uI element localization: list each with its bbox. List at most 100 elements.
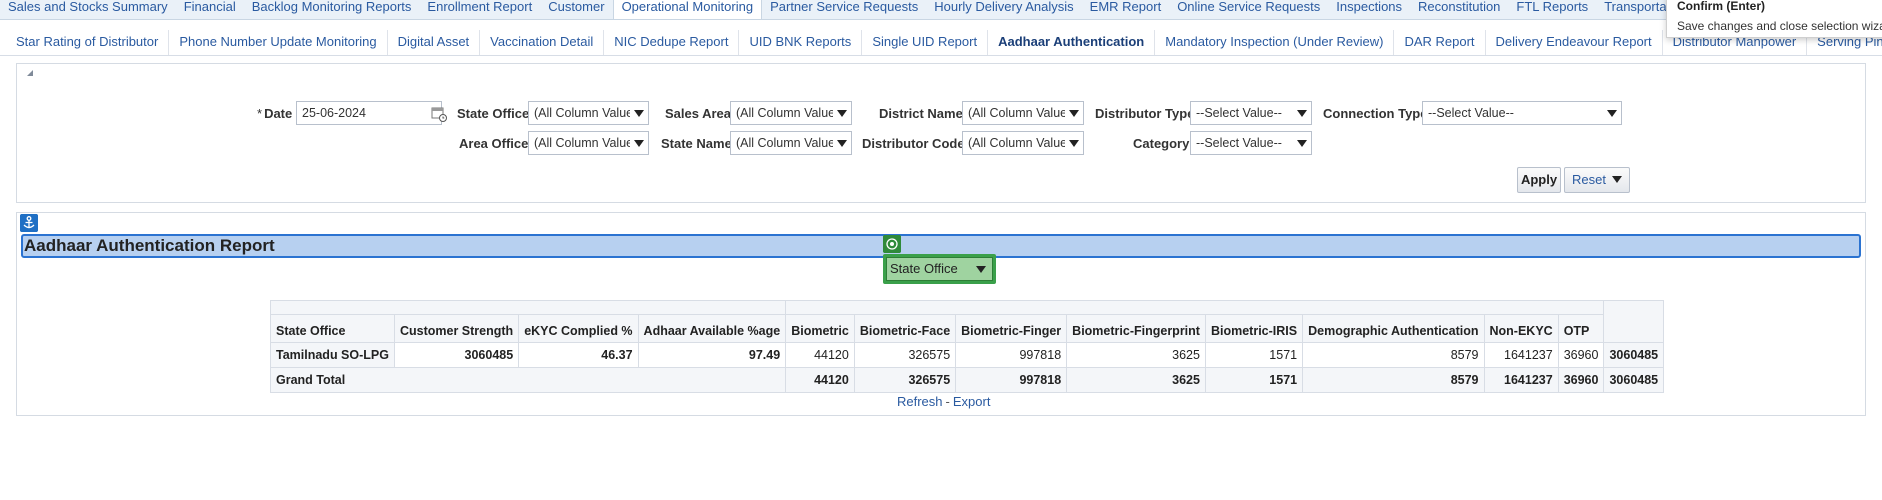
- tab-operational-monitoring[interactable]: Operational Monitoring: [612, 0, 763, 19]
- subtab-digital-asset[interactable]: Digital Asset: [388, 30, 481, 55]
- cell-ekyc-complied: 46.37: [518, 342, 639, 368]
- aadhaar-authentication-table: State Office Customer Strength eKYC Comp…: [269, 300, 1665, 393]
- tab-partner-service-requests[interactable]: Partner Service Requests: [762, 0, 926, 19]
- cell-biometric-iris: 1571: [1204, 342, 1304, 368]
- tab-hourly-delivery-analysis[interactable]: Hourly Delivery Analysis: [926, 0, 1081, 19]
- col-biometric-iris[interactable]: Biometric-IRIS: [1204, 314, 1304, 343]
- subtab-delivery-endeavour[interactable]: Delivery Endeavour Report: [1486, 30, 1663, 55]
- total-biometric-iris: 1571: [1204, 367, 1304, 393]
- tab-backlog-monitoring-reports[interactable]: Backlog Monitoring Reports: [244, 0, 420, 19]
- cell-demographic-authentication: 8579: [1302, 342, 1485, 368]
- tab-inspections[interactable]: Inspections: [1328, 0, 1410, 19]
- total-biometric: 44120: [785, 367, 855, 393]
- category-select[interactable]: --Select Value--: [1190, 131, 1312, 155]
- tab-enrollment-report[interactable]: Enrollment Report: [419, 0, 540, 19]
- prompt-select-field[interactable]: State Office: [886, 257, 993, 281]
- col-demographic-authentication[interactable]: Demographic Authentication: [1302, 314, 1485, 343]
- export-link[interactable]: Export: [953, 394, 991, 409]
- sub-tab-bar: Star Rating of Distributor Phone Number …: [0, 30, 1882, 56]
- sales-area-select[interactable]: (All Column Values): [730, 101, 852, 125]
- tab-online-service-requests[interactable]: Online Service Requests: [1169, 0, 1328, 19]
- anchor-icon[interactable]: [20, 214, 38, 232]
- table-header-spacer-row: [269, 300, 1665, 343]
- tab-emr-report[interactable]: EMR Report: [1082, 0, 1170, 19]
- state-office-select[interactable]: (All Column Values): [528, 101, 649, 125]
- tab-reconstitution[interactable]: Reconstitution: [1410, 0, 1508, 19]
- col-ekyc-complied[interactable]: eKYC Complied %: [518, 314, 639, 343]
- distributor-type-caret-icon: [1297, 110, 1307, 117]
- area-office-select[interactable]: (All Column Values): [528, 131, 649, 155]
- subtab-dar-report[interactable]: DAR Report: [1394, 30, 1486, 55]
- connection-type-select[interactable]: --Select Value--: [1422, 101, 1622, 125]
- total-demographic-authentication: 8579: [1302, 367, 1485, 393]
- col-adhaar-available[interactable]: Adhaar Available %age: [637, 314, 787, 343]
- date-label: * Date: [257, 106, 292, 121]
- state-name-label: State Name: [661, 136, 732, 151]
- col-non-ekyc[interactable]: Non-EKYC: [1483, 314, 1559, 343]
- col-biometric[interactable]: Biometric: [785, 314, 855, 343]
- col-biometric-fingerprint[interactable]: Biometric-Fingerprint: [1066, 314, 1206, 343]
- grand-total-row: Grand Total 44120 326575 997818 3625 157…: [269, 367, 1665, 393]
- subtab-vaccination-detail[interactable]: Vaccination Detail: [480, 30, 605, 55]
- district-name-label: District Name: [879, 106, 963, 121]
- calendar-icon[interactable]: [431, 106, 447, 122]
- cell-customer-strength: 3060485: [393, 342, 520, 368]
- subtab-mandatory-inspection[interactable]: Mandatory Inspection (Under Review): [1155, 30, 1395, 55]
- subtab-single-uid[interactable]: Single UID Report: [862, 30, 989, 55]
- table-header-row: State Office Customer Strength eKYC Comp…: [270, 314, 1664, 343]
- collapse-toggle-icon[interactable]: [27, 70, 33, 76]
- grand-total-label: Grand Total: [269, 367, 787, 393]
- subtab-nic-dedupe[interactable]: NIC Dedupe Report: [604, 30, 740, 55]
- tooltip-title: Confirm (Enter): [1677, 0, 1765, 13]
- cell-state-office: Tamilnadu SO-LPG: [270, 342, 395, 368]
- distributor-code-select-value: (All Column Values): [968, 136, 1065, 150]
- target-icon[interactable]: [883, 235, 901, 253]
- area-office-caret-icon: [634, 140, 644, 147]
- spacer-cell: [269, 300, 787, 315]
- district-name-caret-icon: [1069, 110, 1079, 117]
- col-state-office[interactable]: State Office: [270, 314, 395, 343]
- subtab-uid-bnk[interactable]: UID BNK Reports: [739, 30, 863, 55]
- distributor-type-select[interactable]: --Select Value--: [1190, 101, 1312, 125]
- top-tab-bar: Sales and Stocks Summary Financial Backl…: [0, 0, 1882, 20]
- state-office-prompt-select[interactable]: State Office: [883, 254, 996, 284]
- cell-adhaar-available: 97.49: [637, 342, 787, 368]
- required-marker: *: [257, 106, 263, 121]
- distributor-code-select[interactable]: (All Column Values): [962, 131, 1084, 155]
- confirm-tooltip: Confirm (Enter) Save changes and close s…: [1666, 0, 1882, 38]
- subtab-phone-number-update[interactable]: Phone Number Update Monitoring: [169, 30, 388, 55]
- tab-sales-and-stocks-summary[interactable]: Sales and Stocks Summary: [0, 0, 176, 19]
- total-column-header: [1603, 300, 1665, 343]
- state-office-caret-icon: [634, 110, 644, 117]
- cell-row-total: 3060485: [1603, 342, 1665, 368]
- refresh-link[interactable]: Refresh: [897, 394, 943, 409]
- reset-button[interactable]: Reset: [1564, 167, 1630, 193]
- district-name-select[interactable]: (All Column Values): [962, 101, 1084, 125]
- state-office-label: State Office: [457, 106, 530, 121]
- area-office-label: Area Office: [459, 136, 529, 151]
- state-name-caret-icon: [837, 140, 847, 147]
- state-name-select[interactable]: (All Column Values): [730, 131, 852, 155]
- col-otp[interactable]: OTP: [1557, 314, 1605, 343]
- link-separator: -: [945, 394, 950, 409]
- sales-area-caret-icon: [837, 110, 847, 117]
- distributor-type-label: Distributor Type: [1095, 106, 1195, 121]
- subtab-aadhaar-authentication[interactable]: Aadhaar Authentication: [988, 30, 1156, 55]
- col-biometric-finger[interactable]: Biometric-Finger: [955, 314, 1068, 343]
- tooltip-text: Save changes and close selection wizar: [1677, 19, 1882, 33]
- connection-type-select-value: --Select Value--: [1428, 106, 1514, 120]
- date-field[interactable]: 25-06-2024: [296, 101, 442, 125]
- col-customer-strength[interactable]: Customer Strength: [393, 314, 520, 343]
- cell-biometric-fingerprint: 3625: [1066, 342, 1206, 368]
- prompt-caret-icon: [976, 266, 986, 273]
- total-biometric-fingerprint: 3625: [1066, 367, 1206, 393]
- col-biometric-face[interactable]: Biometric-Face: [853, 314, 957, 343]
- date-label-text: Date: [264, 106, 293, 121]
- tab-financial[interactable]: Financial: [176, 0, 244, 19]
- reset-button-label: Reset: [1572, 172, 1606, 187]
- tab-customer[interactable]: Customer: [540, 0, 612, 19]
- subtab-star-rating[interactable]: Star Rating of Distributor: [6, 30, 170, 55]
- apply-button[interactable]: Apply: [1517, 167, 1561, 193]
- cell-otp: 36960: [1557, 342, 1605, 368]
- tab-ftl-reports[interactable]: FTL Reports: [1508, 0, 1596, 19]
